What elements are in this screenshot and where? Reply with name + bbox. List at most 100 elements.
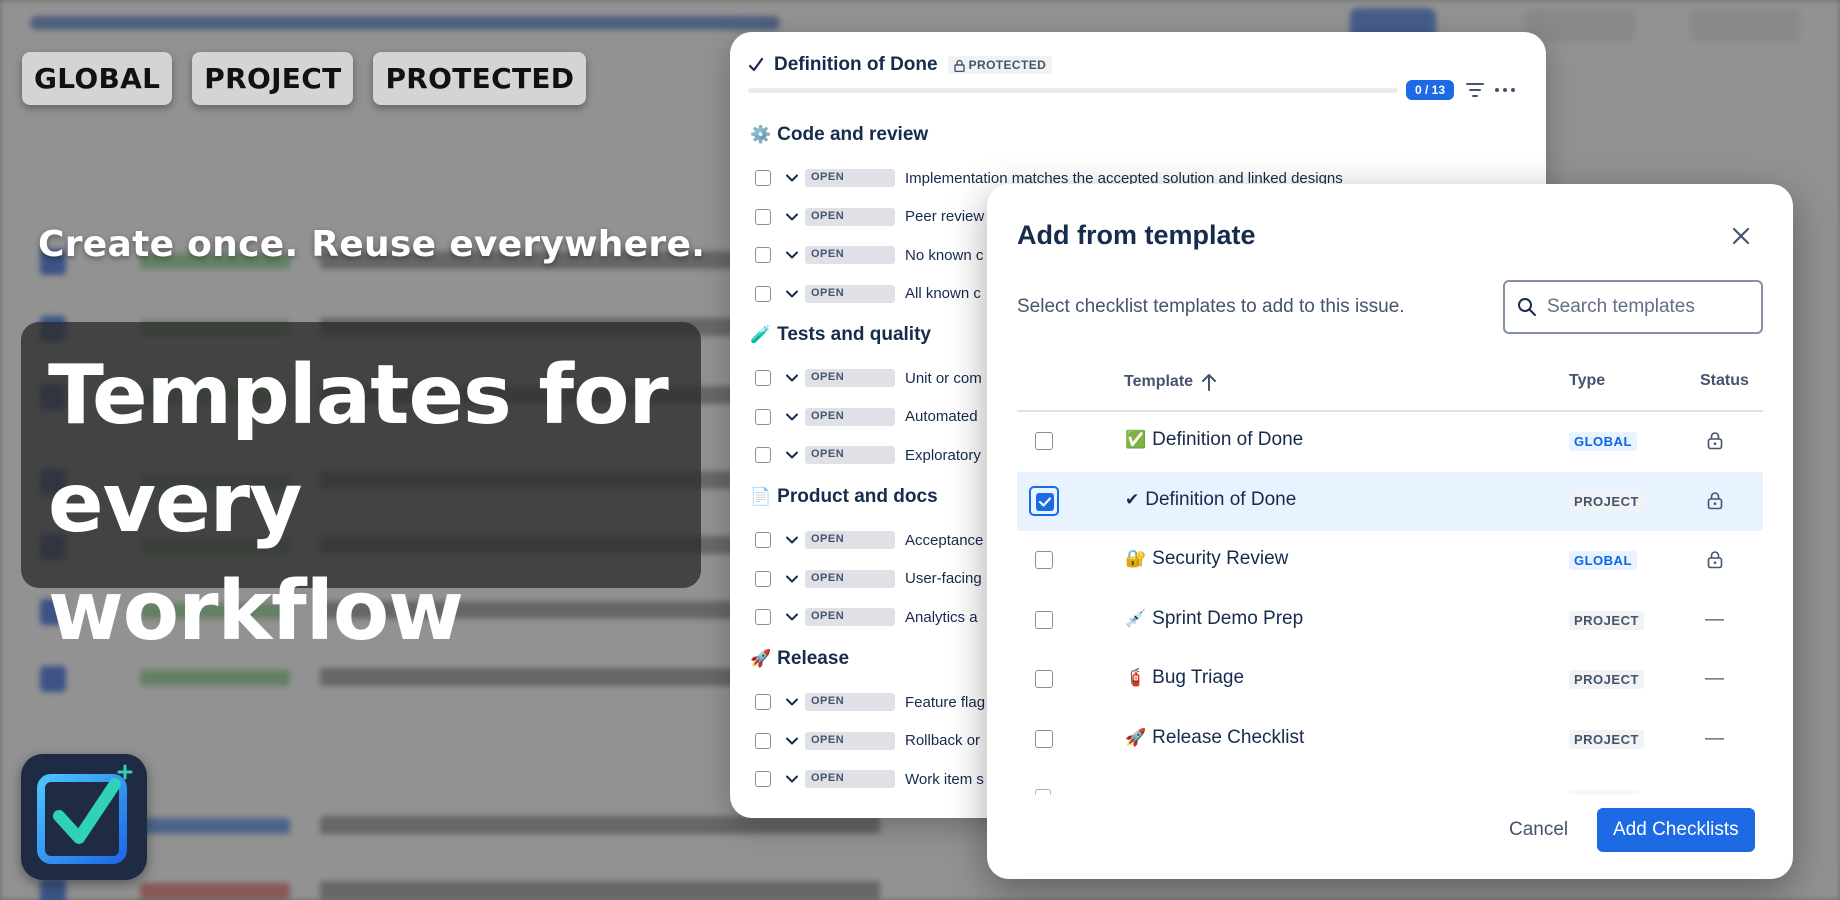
checklist-group-title: 📄 Product and docs: [750, 486, 938, 508]
row-type-badge: PROJECT: [1569, 729, 1644, 749]
item-checkbox[interactable]: [755, 570, 771, 587]
template-row[interactable]: ✅ Definition of Done GLOBAL: [1017, 412, 1763, 471]
item-status-lozenge[interactable]: OPEN: [805, 407, 895, 426]
template-emoji-icon: 🚀: [1125, 727, 1147, 747]
search-box[interactable]: [1503, 280, 1763, 334]
chevron-down-icon[interactable]: [785, 287, 799, 301]
item-checkbox[interactable]: [755, 408, 771, 425]
column-header-status[interactable]: Status: [1700, 372, 1749, 390]
item-checkbox[interactable]: [755, 694, 771, 710]
template-row[interactable]: 🧯 Bug Triage PROJECT —: [1017, 650, 1763, 709]
row-checkbox[interactable]: [1035, 551, 1053, 569]
chevron-down-icon[interactable]: [785, 572, 799, 586]
item-checkbox[interactable]: [755, 285, 771, 302]
hero-tagline: Create once. Reuse everywhere.: [38, 224, 706, 265]
row-checkbox[interactable]: [1035, 432, 1053, 450]
item-text[interactable]: Automated: [905, 408, 978, 425]
item-checkbox[interactable]: [755, 370, 771, 386]
add-checklists-button[interactable]: Add Checklists: [1597, 808, 1755, 852]
item-status-lozenge[interactable]: OPEN: [805, 284, 895, 303]
chevron-down-icon[interactable]: [785, 533, 799, 547]
row-checkbox[interactable]: [1035, 729, 1053, 748]
item-status-lozenge[interactable]: OPEN: [805, 608, 895, 626]
item-text[interactable]: No known c: [905, 247, 983, 264]
template-name-label: Sprint Demo Prep: [1152, 607, 1304, 629]
row-template-name: ✔ Definition of Done: [1125, 489, 1296, 511]
item-text[interactable]: Unit or com: [905, 370, 982, 387]
hero-title: Templates for every workflow: [48, 342, 698, 666]
progress-count-badge: 0 / 13: [1406, 80, 1455, 100]
cancel-button[interactable]: Cancel: [1495, 808, 1582, 852]
item-status-lozenge[interactable]: OPEN: [805, 169, 895, 187]
checklist-group-title: 🚀 Release: [750, 648, 849, 670]
template-name-label: Bug Triage: [1152, 667, 1245, 688]
close-button[interactable]: [1727, 222, 1755, 250]
item-checkbox[interactable]: [755, 447, 771, 463]
item-status-lozenge[interactable]: OPEN: [805, 693, 895, 711]
item-text[interactable]: User-facing: [905, 570, 982, 587]
column-header-type[interactable]: Type: [1569, 372, 1605, 390]
item-text[interactable]: Exploratory: [905, 447, 981, 464]
chevron-down-icon[interactable]: [785, 371, 799, 385]
row-checkbox[interactable]: [1035, 610, 1053, 629]
item-checkbox[interactable]: [755, 170, 771, 186]
checkbox-checked-icon: [1038, 496, 1052, 507]
item-status-lozenge[interactable]: OPEN: [805, 770, 895, 788]
item-text[interactable]: Feature flag: [905, 694, 985, 711]
row-checkbox[interactable]: [1036, 492, 1054, 511]
row-type-badge: PROJECT: [1569, 491, 1644, 511]
filter-icon[interactable]: [1466, 82, 1484, 103]
chevron-down-icon[interactable]: [785, 695, 799, 709]
chevron-down-icon[interactable]: [785, 210, 799, 224]
column-header-template[interactable]: Template: [1124, 372, 1217, 392]
template-row[interactable]: ✔ Definition of Done PROJECT: [1017, 471, 1763, 531]
group-title-label: Release: [777, 648, 850, 669]
item-text[interactable]: Work item s: [905, 771, 984, 788]
item-status-lozenge[interactable]: OPEN: [805, 446, 895, 464]
item-status-lozenge[interactable]: OPEN: [805, 531, 895, 549]
chevron-down-icon[interactable]: [785, 734, 799, 748]
item-status-lozenge[interactable]: OPEN: [805, 731, 895, 750]
chevron-down-icon[interactable]: [785, 171, 799, 185]
chevron-down-icon[interactable]: [785, 248, 799, 262]
item-status-lozenge[interactable]: OPEN: [805, 207, 895, 226]
template-emoji-icon: 🔐: [1125, 549, 1147, 568]
item-status-lozenge[interactable]: OPEN: [805, 569, 895, 588]
item-checkbox[interactable]: [755, 771, 771, 787]
row-checkbox[interactable]: [1035, 670, 1053, 688]
item-status-lozenge[interactable]: OPEN: [805, 369, 895, 387]
item-text[interactable]: All known c: [905, 285, 981, 302]
item-text[interactable]: Rollback or: [905, 732, 980, 749]
template-row[interactable]: 🔐 Security Review GLOBAL: [1017, 531, 1763, 590]
chevron-down-icon[interactable]: [785, 410, 799, 424]
row-status: —: [1705, 727, 1724, 749]
item-checkbox[interactable]: [755, 208, 771, 225]
hero-title-line-1: Templates for: [48, 348, 669, 443]
row-status-locked: [1707, 431, 1723, 456]
item-status-lozenge[interactable]: OPEN: [805, 246, 895, 264]
item-text[interactable]: Acceptance: [905, 532, 983, 549]
list-scroll-fade: [987, 784, 1793, 804]
protected-badge: PROTECTED: [947, 56, 1053, 74]
chevron-down-icon[interactable]: [785, 448, 799, 462]
item-checkbox[interactable]: [755, 247, 771, 263]
item-text[interactable]: Peer review: [905, 208, 984, 225]
tag-global: GLOBAL: [22, 52, 173, 105]
row-template-name: 🔐 Security Review: [1125, 548, 1288, 570]
chevron-down-icon[interactable]: [785, 772, 799, 786]
item-text[interactable]: Analytics a: [905, 609, 978, 626]
lock-icon: [1707, 491, 1723, 509]
item-checkbox[interactable]: [755, 732, 771, 749]
group-emoji-icon: ⚙️: [750, 125, 772, 144]
app-logo: [21, 754, 147, 880]
chevron-down-icon[interactable]: [785, 610, 799, 624]
search-input[interactable]: [1547, 296, 1747, 318]
hero-tag-row: GLOBAL PROJECT PROTECTED: [22, 52, 587, 105]
item-checkbox[interactable]: [755, 532, 771, 548]
row-type-badge: PROJECT: [1569, 670, 1644, 689]
template-row[interactable]: 💉 Sprint Demo Prep PROJECT —: [1017, 591, 1763, 650]
checklist-progress-bar: [748, 88, 1398, 93]
more-options-icon[interactable]: [1494, 80, 1516, 105]
template-row[interactable]: 🚀 Release Checklist PROJECT —: [1017, 710, 1763, 769]
item-checkbox[interactable]: [755, 609, 771, 625]
